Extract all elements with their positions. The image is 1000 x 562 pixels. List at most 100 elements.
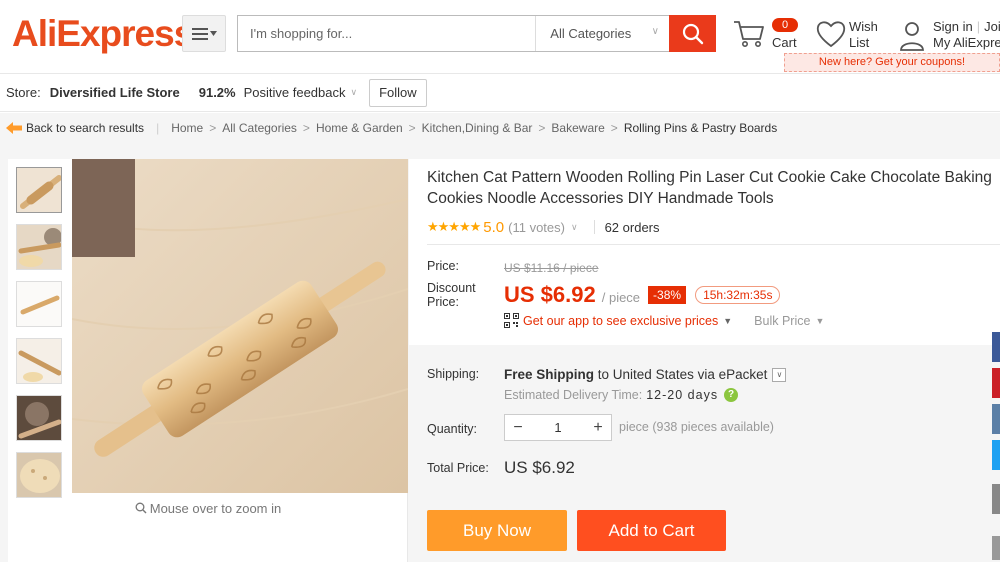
votes-count[interactable]: (11 votes) [508,220,565,235]
category-menu-button[interactable] [182,15,226,52]
caret-down-icon[interactable]: ▼ [815,316,824,326]
purchase-panel: Shipping: Free Shipping to United States… [409,345,1000,562]
store-name[interactable]: Diversified Life Store [50,85,180,100]
delivery-label: Estimated Delivery Time: [504,388,643,402]
price-label: Price: [427,259,459,273]
rolling-pin-thumbnail-image [17,168,61,212]
thumbnail-6[interactable] [16,452,62,498]
signin-link[interactable]: Sign in [933,19,973,34]
logo-text: AliExpress [12,13,194,54]
hamburger-icon [191,27,208,40]
my-aliexpress-label[interactable]: My AliExpress [933,35,1000,50]
site-header: AliExpressTM All Categories ∨ 0 Cart Wis… [0,0,1000,72]
breadcrumb-item[interactable]: Bakeware [551,121,604,135]
discount-price-label-line1: Discount [427,281,476,295]
search-category-label: All Categories [550,26,632,41]
more-share-icon[interactable] [992,484,1000,514]
rolling-pin-thumbnail-image [17,396,61,440]
breadcrumb: Back to search results | Home > All Cate… [0,113,1000,143]
search-category-select[interactable]: All Categories ∨ [535,16,669,51]
discount-price-label-line2: Price: [427,295,459,309]
cart-label: Cart [772,35,797,50]
quantity-available: piece (938 pieces available) [619,420,774,434]
back-label: Back to search results [26,121,145,135]
breadcrumb-separator: > [408,121,416,135]
divider [427,244,1000,245]
twitter-share-icon[interactable] [992,440,1000,470]
breadcrumb-separator: > [610,121,618,135]
free-shipping-text: Free Shipping [504,367,595,382]
rolling-pin-thumbnail-image [17,453,61,497]
join-link[interactable]: Join [984,19,1000,34]
breadcrumb-item[interactable]: Kitchen,Dining & Bar [422,121,533,135]
search-button[interactable] [669,15,716,52]
discount-price: US $6.92 [504,282,596,307]
thumbnail-1[interactable] [16,167,62,213]
breadcrumb-separator: > [209,121,217,135]
thumbnail-5[interactable] [16,395,62,441]
chevron-down-icon[interactable]: ∨ [571,222,578,233]
chevron-down-icon[interactable]: ∨ [351,87,358,98]
signin-label: Sign in|Join [933,19,1000,34]
help-icon[interactable]: ? [724,388,739,402]
quantity-label: Quantity: [427,422,478,436]
vk-share-icon[interactable] [992,404,1000,434]
delivery-estimate: Estimated Delivery Time: 12-20 days ? [504,388,739,402]
app-price-row: Get our app to see exclusive prices ▼ Bu… [504,313,824,328]
feedback-percent: 91.2% [198,85,236,100]
breadcrumb-item[interactable]: All Categories [222,121,297,135]
back-to-results-link[interactable]: Back to search results [6,121,144,135]
pinterest-share-icon[interactable] [992,368,1000,398]
facebook-share-icon[interactable] [992,332,1000,362]
bulk-price-link[interactable]: Bulk Price [754,314,810,328]
orders-count: 62 orders [604,219,660,235]
thumbnail-3[interactable] [16,281,62,327]
store-label: Store: [6,85,41,100]
breadcrumb-item-current[interactable]: Rolling Pins & Pastry Boards [624,121,777,135]
quantity-input[interactable] [531,415,585,440]
coupon-banner[interactable]: New here? Get your coupons! [784,53,1000,72]
caret-down-icon[interactable]: ▼ [723,316,732,326]
chevron-down-icon: ∨ [651,26,659,37]
magnifier-icon [135,502,147,514]
quantity-stepper: − + [504,414,612,441]
search-icon [682,23,703,44]
shipping-info: Free Shipping to United States via ePack… [504,367,787,382]
scroll-top-icon[interactable] [992,536,1000,560]
total-price-value: US $6.92 [504,458,575,477]
cart-link[interactable]: 0 Cart [733,16,803,56]
add-to-cart-button[interactable]: Add to Cart [577,510,726,551]
breadcrumb-item[interactable]: Home & Garden [316,121,403,135]
star-rating-icons: ★★★★★ [427,219,481,234]
quantity-increase-button[interactable]: + [585,415,611,440]
arrow-left-icon [6,122,22,134]
divider: | [156,121,160,135]
product-main: Mouse over to zoom in Kitchen Cat Patter… [0,143,1000,562]
follow-button[interactable]: Follow [369,78,427,107]
feedback-label[interactable]: Positive feedback [244,85,346,100]
user-icon [900,22,924,51]
rolling-pin-thumbnail-image [17,225,61,269]
quantity-decrease-button[interactable]: − [505,415,531,440]
main-product-image[interactable] [72,159,408,493]
shipping-options-dropdown[interactable]: ∨ [772,367,787,382]
rating-row: ★★★★★ 5.0 (11 votes) ∨ 62 orders [427,218,660,236]
app-exclusive-link[interactable]: Get our app to see exclusive prices [523,314,718,328]
divider [593,220,595,234]
wishlist-link[interactable]: Wish List [816,16,896,56]
qr-code-icon[interactable] [504,313,519,328]
breadcrumb-item[interactable]: Home [171,121,203,135]
heart-icon [816,21,846,48]
rolling-pin-main-image [72,159,408,493]
discount-badge: -38% [648,286,687,304]
aliexpress-logo[interactable]: AliExpressTM [12,12,205,56]
countdown-timer: 15h:32m:35s [695,286,781,304]
buy-now-button[interactable]: Buy Now [427,510,567,551]
thumbnail-4[interactable] [16,338,62,384]
thumbnail-2[interactable] [16,224,62,270]
breadcrumb-separator: > [302,121,310,135]
account-menu[interactable]: Sign in|Join My AliExpress [898,16,1000,56]
cart-icon [734,21,764,47]
search-input[interactable] [238,16,536,51]
rolling-pin-thumbnail-image [17,339,61,383]
